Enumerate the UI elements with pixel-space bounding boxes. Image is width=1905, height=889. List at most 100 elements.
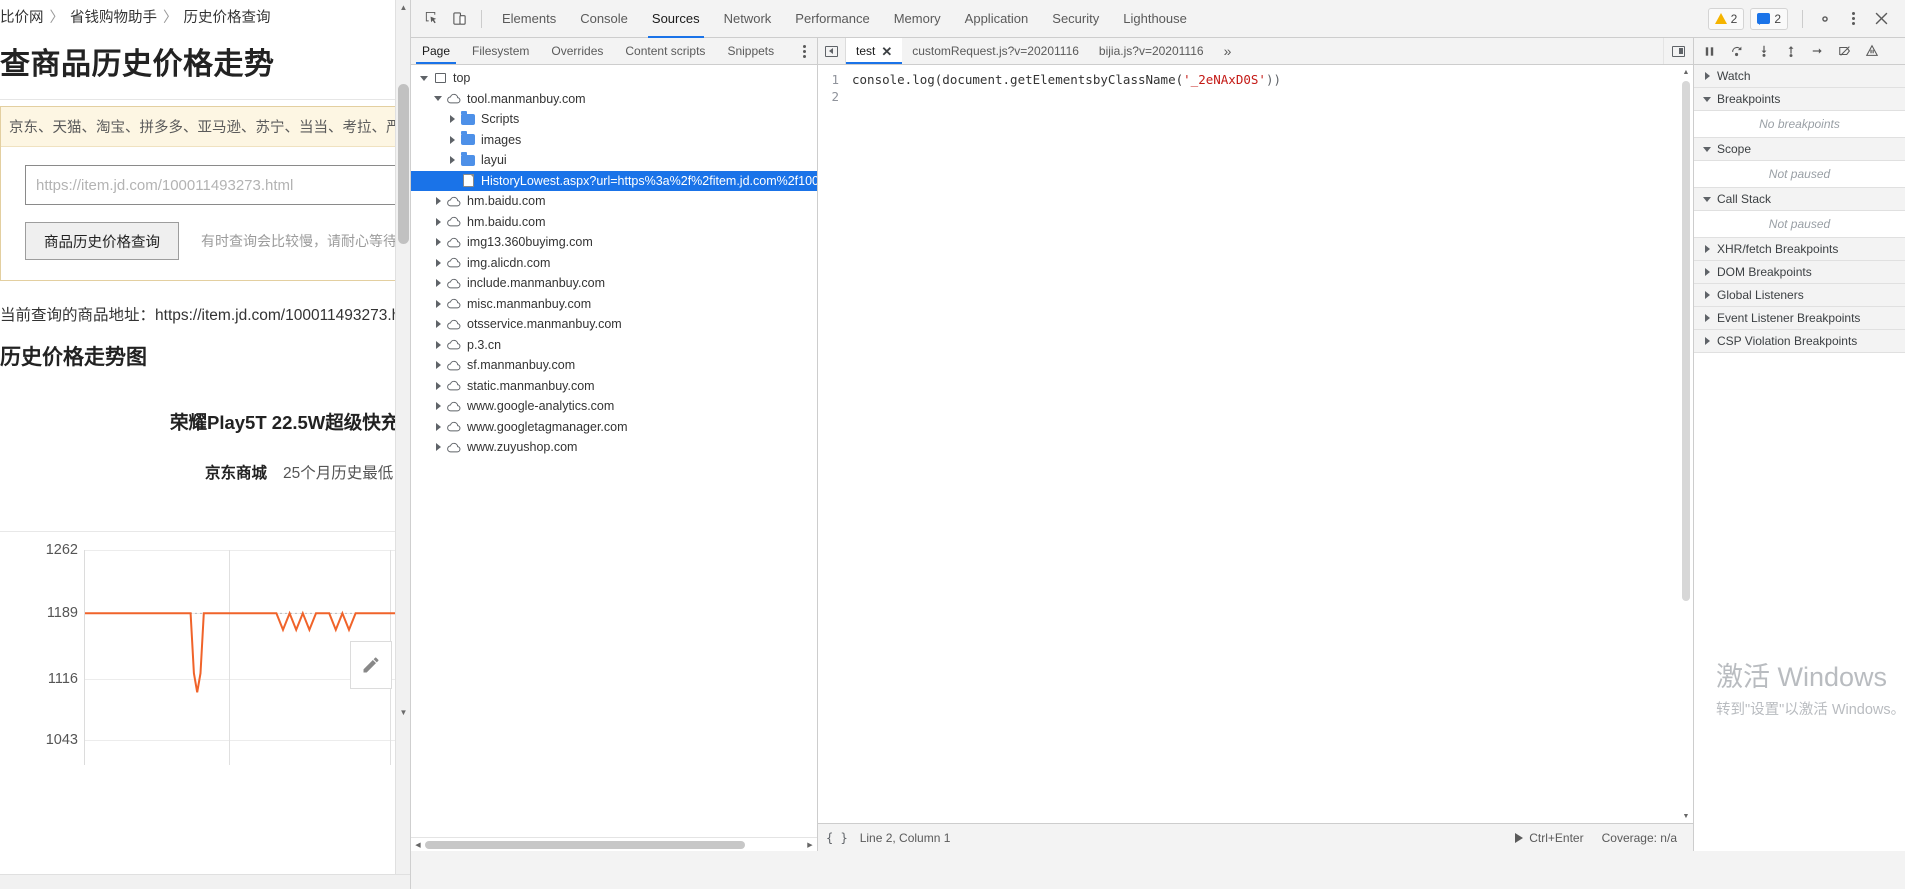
debugger-section-header[interactable]: Watch: [1694, 65, 1905, 88]
tree-node[interactable]: hm.baidu.com: [411, 191, 817, 212]
pretty-print-braces-icon[interactable]: { }: [826, 831, 848, 845]
coverage-status[interactable]: Coverage: n/a: [1602, 831, 1677, 845]
tree-node[interactable]: www.googletagmanager.com: [411, 417, 817, 438]
debugger-section-header[interactable]: Scope: [1694, 138, 1905, 161]
tree-node[interactable]: p.3.cn: [411, 335, 817, 356]
deactivate-breakpoints-icon[interactable]: [1831, 38, 1858, 65]
scroll-down-arrow[interactable]: ▼: [1679, 809, 1693, 823]
tree-node[interactable]: www.zuyushop.com: [411, 437, 817, 458]
scroll-down-arrow[interactable]: ▼: [396, 705, 410, 720]
chevron-right-icon[interactable]: [431, 197, 445, 206]
chevron-right-icon[interactable]: [431, 320, 445, 329]
editor-vertical-scrollbar[interactable]: ▲ ▼: [1679, 65, 1693, 823]
chevron-down-icon[interactable]: [1700, 96, 1714, 102]
line-number[interactable]: 2: [818, 88, 839, 105]
editor-tab-test[interactable]: test ✕: [846, 38, 903, 64]
chevron-right-icon[interactable]: [431, 422, 445, 431]
nav-tab-overrides[interactable]: Overrides: [540, 38, 614, 64]
inspect-cursor-icon[interactable]: [417, 5, 445, 33]
debugger-section-header[interactable]: Breakpoints: [1694, 88, 1905, 111]
tree-node[interactable]: static.manmanbuy.com: [411, 376, 817, 397]
debugger-section-header[interactable]: XHR/fetch Breakpoints: [1694, 238, 1905, 261]
tab-console[interactable]: Console: [568, 0, 640, 38]
pause-on-exceptions-icon[interactable]: [1858, 38, 1885, 65]
tab-performance[interactable]: Performance: [783, 0, 881, 38]
nav-tab-content-scripts[interactable]: Content scripts: [614, 38, 716, 64]
tree-node[interactable]: top: [411, 68, 817, 89]
chevron-right-icon[interactable]: [1700, 337, 1714, 345]
tree-node[interactable]: Scripts: [411, 109, 817, 130]
warning-count-badge[interactable]: 2: [1707, 7, 1745, 30]
step-over-icon[interactable]: [1723, 38, 1750, 65]
chevron-down-icon[interactable]: [431, 96, 445, 102]
scrollbar-thumb[interactable]: [425, 841, 745, 849]
chevron-right-icon[interactable]: [431, 258, 445, 267]
breadcrumb-item-1[interactable]: 省钱购物助手: [70, 10, 157, 26]
tab-elements[interactable]: Elements: [490, 0, 568, 38]
code-editor[interactable]: 1 2 console.log(document.getElementsbyCl…: [818, 65, 1693, 823]
nav-tab-page[interactable]: Page: [411, 38, 461, 64]
current-url-value[interactable]: https://item.jd.com/100011493273.html: [155, 307, 410, 324]
scroll-right-arrow[interactable]: ▶: [803, 838, 817, 852]
debugger-section-header[interactable]: CSP Violation Breakpoints: [1694, 330, 1905, 353]
chevron-down-icon[interactable]: [417, 75, 431, 81]
chevron-right-icon[interactable]: [1700, 245, 1714, 253]
scroll-up-arrow[interactable]: ▲: [396, 0, 410, 15]
chevron-right-icon[interactable]: [1700, 268, 1714, 276]
step-icon[interactable]: [1804, 38, 1831, 65]
tree-node[interactable]: otsservice.manmanbuy.com: [411, 314, 817, 335]
chevron-right-icon[interactable]: [431, 217, 445, 226]
tree-node[interactable]: HistoryLowest.aspx?url=https%3a%2f%2fite…: [411, 170, 817, 191]
breadcrumb-item-2[interactable]: 历史价格查询: [184, 10, 271, 26]
chevron-right-icon[interactable]: [1700, 291, 1714, 299]
tab-security[interactable]: Security: [1040, 0, 1111, 38]
page-horizontal-scrollbar[interactable]: [0, 874, 410, 889]
chevron-right-icon[interactable]: [445, 115, 459, 124]
chevron-right-icon[interactable]: [431, 340, 445, 349]
line-number[interactable]: 1: [818, 71, 839, 88]
code-content[interactable]: console.log(document.getElementsbyClassN…: [844, 65, 1693, 823]
tab-lighthouse[interactable]: Lighthouse: [1111, 0, 1199, 38]
chevron-down-icon[interactable]: [1700, 146, 1714, 152]
tab-network[interactable]: Network: [712, 0, 784, 38]
tree-node[interactable]: hm.baidu.com: [411, 212, 817, 233]
run-snippet-button[interactable]: Ctrl+Enter: [1515, 831, 1584, 845]
gear-icon[interactable]: [1811, 5, 1839, 33]
product-url-input[interactable]: [25, 165, 410, 205]
tab-memory[interactable]: Memory: [882, 0, 953, 38]
chevron-right-icon[interactable]: [431, 381, 445, 390]
editor-tab-customrequest[interactable]: customRequest.js?v=20201116: [902, 38, 1089, 64]
chevron-right-icon[interactable]: [431, 279, 445, 288]
tree-node[interactable]: misc.manmanbuy.com: [411, 294, 817, 315]
nav-tab-filesystem[interactable]: Filesystem: [461, 38, 540, 64]
tree-node[interactable]: www.google-analytics.com: [411, 396, 817, 417]
debugger-section-header[interactable]: Global Listeners: [1694, 284, 1905, 307]
scrollbar-thumb[interactable]: [398, 84, 409, 244]
tree-node[interactable]: tool.manmanbuy.com: [411, 89, 817, 110]
tree-node[interactable]: include.manmanbuy.com: [411, 273, 817, 294]
chevron-right-icon[interactable]: [445, 135, 459, 144]
chevron-right-icon[interactable]: [431, 299, 445, 308]
scroll-up-arrow[interactable]: ▲: [1679, 65, 1693, 79]
tree-node[interactable]: img.alicdn.com: [411, 253, 817, 274]
step-into-icon[interactable]: [1750, 38, 1777, 65]
page-vertical-scrollbar[interactable]: ▲ ▼: [395, 0, 410, 889]
chart-edit-pencil-button[interactable]: [350, 641, 392, 689]
chevron-double-right-icon[interactable]: »: [1214, 38, 1242, 64]
chevron-right-icon[interactable]: [1700, 72, 1714, 80]
chevron-right-icon[interactable]: [431, 238, 445, 247]
navigator-more-icon[interactable]: [791, 38, 817, 64]
chevron-down-icon[interactable]: [1700, 196, 1714, 202]
nav-tab-snippets[interactable]: Snippets: [716, 38, 785, 64]
tree-node[interactable]: images: [411, 130, 817, 151]
chevron-right-icon[interactable]: [431, 443, 445, 452]
close-icon[interactable]: ✕: [881, 45, 892, 58]
step-out-icon[interactable]: [1777, 38, 1804, 65]
chevron-right-icon[interactable]: [1700, 314, 1714, 322]
tree-node[interactable]: img13.360buyimg.com: [411, 232, 817, 253]
chevron-right-icon[interactable]: [431, 402, 445, 411]
debugger-section-header[interactable]: Call Stack: [1694, 188, 1905, 211]
tab-sources[interactable]: Sources: [640, 0, 712, 38]
message-count-badge[interactable]: 2: [1750, 7, 1788, 30]
pause-script-execution-icon[interactable]: [1696, 38, 1723, 65]
